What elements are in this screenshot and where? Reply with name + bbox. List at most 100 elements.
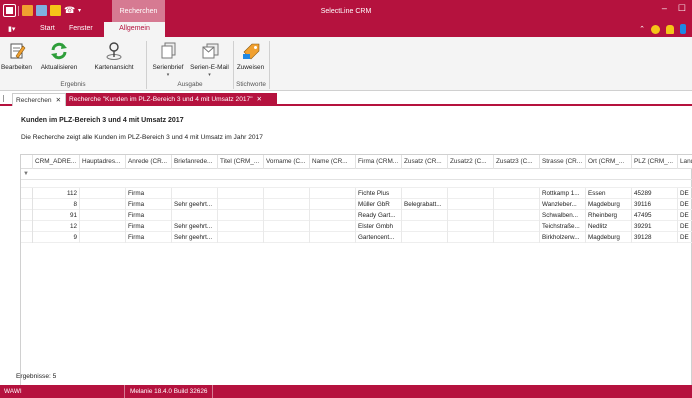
serial-email-icon	[199, 41, 221, 61]
filter-row[interactable]: ▼	[21, 169, 692, 180]
table-cell: 12	[33, 221, 80, 232]
table-row[interactable]: 12 Firma Sehr geehrt... Elster Gmbh Teic…	[21, 221, 692, 232]
table-cell: Magdeburg	[586, 232, 632, 243]
table-cell	[264, 210, 310, 221]
table-cell	[80, 199, 126, 210]
column-header[interactable]: Land	[678, 155, 692, 169]
table-cell: Sehr geehrt...	[172, 232, 218, 243]
table-cell: 47495	[632, 210, 678, 221]
table-cell: Wanzleber...	[540, 199, 586, 210]
pin-icon[interactable]	[3, 95, 9, 102]
maximize-icon[interactable]: ☐	[678, 3, 686, 14]
user-icon[interactable]	[680, 24, 686, 34]
bell-icon[interactable]	[666, 24, 674, 34]
table-cell: Firma	[126, 221, 172, 232]
table-cell: Firma	[126, 188, 172, 199]
window-controls: – ☐	[662, 3, 686, 14]
table-cell: Belegrabatt...	[402, 199, 448, 210]
column-header[interactable]: Zusatz3 (C...	[494, 155, 540, 169]
filter-icon[interactable]: ▼	[23, 171, 29, 177]
table-cell	[218, 210, 264, 221]
map-view-button[interactable]: Kartenansicht	[84, 41, 144, 71]
table-row[interactable]: 91 Firma Ready Gart... Schwalben... Rhei…	[21, 210, 692, 221]
column-header[interactable]: Briefanrede...	[172, 155, 218, 169]
column-header[interactable]: Zusatz2 (C...	[448, 155, 494, 169]
table-cell: 39128	[632, 232, 678, 243]
file-menu-icon[interactable]: ▮▾	[8, 25, 15, 33]
table-cell: 39116	[632, 199, 678, 210]
serial-email-button[interactable]: Serien-E-Mail ▾	[187, 41, 232, 78]
column-header[interactable]: Name (CR...	[310, 155, 356, 169]
group-label-stichworte: Stichworte	[236, 81, 266, 88]
table-cell	[264, 188, 310, 199]
tab-fenster[interactable]: Fenster	[69, 25, 93, 32]
table-cell: Birkholzerw...	[540, 232, 586, 243]
status-module: WAWI	[4, 388, 22, 395]
column-header[interactable]: Anrede (CR...	[126, 155, 172, 169]
row-selector[interactable]	[21, 210, 33, 221]
table-row[interactable]: 112 Firma Fichte Plus Rottkamp 1... Esse…	[21, 188, 692, 199]
grid-header: CRM_ADRE... Hauptadres... Anrede (CR... …	[21, 155, 692, 169]
column-header[interactable]: Strasse (CR...	[540, 155, 586, 169]
doc-tab-recherche-kunden[interactable]: Recherche "Kunden im PLZ-Bereich 3 und 4…	[66, 93, 277, 106]
table-row[interactable]: 9 Firma Sehr geehrt... Gartencent... Bir…	[21, 232, 692, 243]
row-selector[interactable]	[21, 188, 33, 199]
table-row[interactable]: 8 Firma Sehr geehrt... Müller GbR Belegr…	[21, 199, 692, 210]
serial-letter-dropdown-icon[interactable]: ▾	[149, 72, 187, 78]
collapse-ribbon-icon[interactable]: ⌃	[639, 25, 645, 33]
table-cell: DE	[680, 234, 689, 241]
table-cell	[310, 221, 356, 232]
title-bar: ☎ ▾ Recherchen SelectLine CRM – ☐	[0, 0, 692, 22]
smiley-icon[interactable]	[651, 24, 660, 34]
table-cell: 8	[33, 199, 80, 210]
table-cell: Sehr geehrt...	[172, 221, 218, 232]
table-cell	[310, 188, 356, 199]
table-cell: Essen	[586, 188, 632, 199]
table-cell	[402, 221, 448, 232]
table-cell	[402, 210, 448, 221]
tabrow-right-icons: ⌃	[639, 24, 686, 34]
table-cell: Ready Gart...	[356, 210, 402, 221]
row-selector[interactable]	[21, 232, 33, 243]
table-cell	[448, 232, 494, 243]
row-selector[interactable]	[21, 221, 33, 232]
refresh-button[interactable]: Aktualisieren	[37, 41, 81, 71]
table-cell: Firma	[126, 232, 172, 243]
row-selector[interactable]	[21, 199, 33, 210]
serial-email-dropdown-icon[interactable]: ▾	[187, 72, 232, 78]
column-header[interactable]: CRM_ADRE...	[33, 155, 80, 169]
table-cell: Rottkamp 1...	[540, 188, 586, 199]
table-cell	[80, 188, 126, 199]
column-header[interactable]: Hauptadres...	[80, 155, 126, 169]
serial-letter-button[interactable]: Serienbrief ▾	[149, 41, 187, 78]
column-header[interactable]: Ort (CRM_...	[586, 155, 632, 169]
table-cell	[218, 188, 264, 199]
close-icon[interactable]: ✕	[56, 97, 62, 104]
table-cell: Fichte Plus	[356, 188, 402, 199]
window-title: SelectLine CRM	[320, 8, 372, 15]
table-cell: 39291	[632, 221, 678, 232]
table-cell: 9	[33, 232, 80, 243]
close-icon[interactable]: ✕	[257, 96, 263, 103]
tab-start[interactable]: Start	[40, 25, 55, 32]
column-header[interactable]: Zusatz (CR...	[402, 155, 448, 169]
table-cell	[218, 221, 264, 232]
column-header[interactable]: Titel (CRM_...	[218, 155, 264, 169]
minimize-icon[interactable]: –	[662, 3, 667, 14]
group-label-ergebnis: Ergebnis	[60, 81, 86, 88]
tab-allgemein[interactable]: Allgemein	[104, 22, 165, 38]
column-header[interactable]: Firma (CRM...	[356, 155, 402, 169]
grid-spacer	[21, 180, 692, 188]
table-cell	[80, 221, 126, 232]
status-bar: WAWI Melanie 18.4.0 Build 32626	[0, 385, 692, 398]
column-header[interactable]: Vorname (C...	[264, 155, 310, 169]
table-cell	[218, 199, 264, 210]
table-cell	[402, 232, 448, 243]
assign-button[interactable]: Zuweisen	[235, 41, 266, 71]
table-cell	[172, 188, 218, 199]
assign-icon	[240, 41, 262, 61]
edit-button[interactable]: Bearbeiten	[0, 41, 33, 71]
table-cell: DE	[680, 223, 689, 230]
doc-tab-recherchen[interactable]: Recherchen ✕	[12, 93, 66, 106]
column-header[interactable]: PLZ (CRM_...	[632, 155, 678, 169]
